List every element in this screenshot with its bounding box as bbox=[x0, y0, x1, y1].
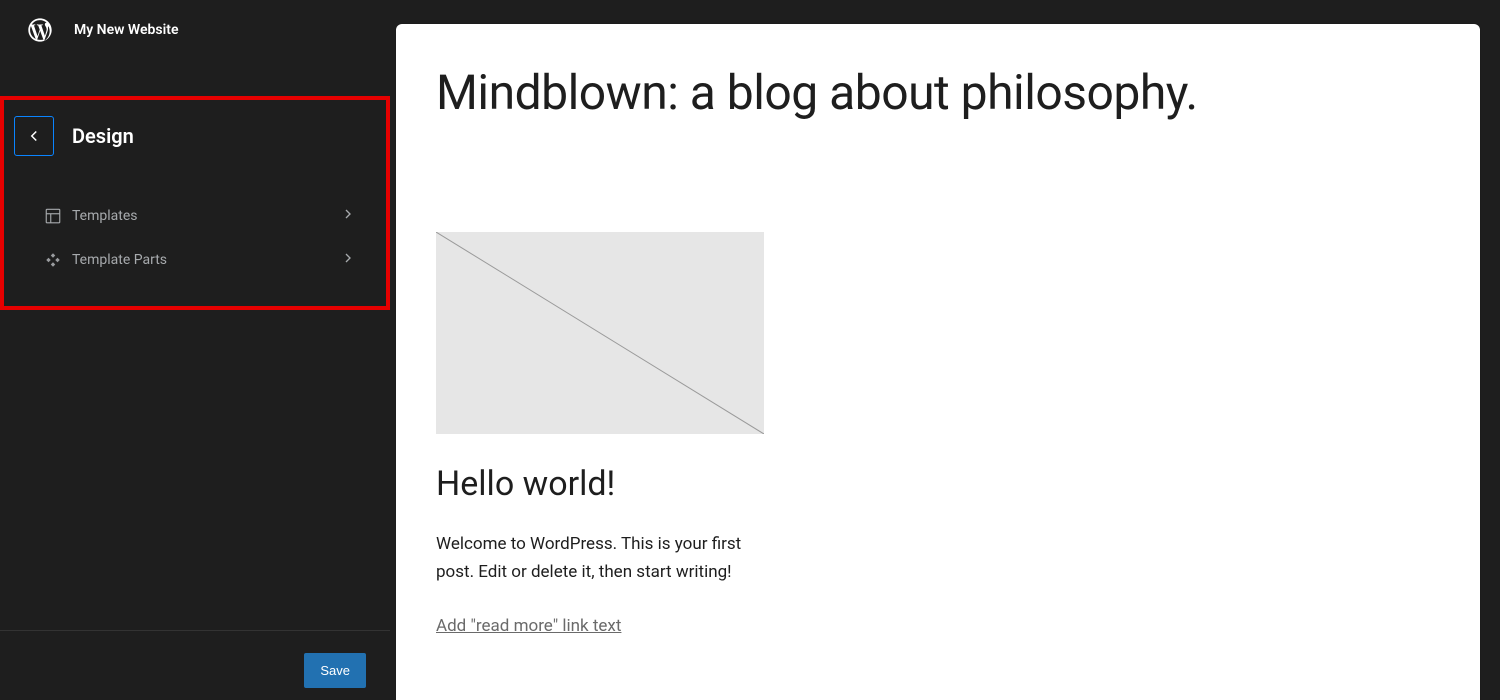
chevron-right-icon bbox=[340, 206, 356, 226]
panel-heading-row: Design bbox=[4, 108, 386, 164]
sidebar-footer: Save bbox=[0, 630, 390, 688]
back-button[interactable] bbox=[14, 116, 54, 156]
featured-image-placeholder[interactable] bbox=[436, 232, 764, 434]
read-more-link-placeholder[interactable]: Add "read more" link text bbox=[436, 616, 621, 636]
wordpress-logo-icon[interactable] bbox=[24, 14, 56, 46]
post-title[interactable]: Hello world! bbox=[436, 464, 766, 504]
placeholder-diagonal-icon bbox=[436, 232, 764, 434]
panel-title: Design bbox=[72, 124, 134, 148]
layout-icon bbox=[44, 207, 62, 225]
template-parts-icon bbox=[44, 251, 62, 269]
canvas-inner: Mindblown: a blog about philosophy. Hell… bbox=[396, 24, 1480, 676]
nav-item-template-parts[interactable]: Template Parts bbox=[28, 238, 366, 282]
nav-item-label: Template Parts bbox=[72, 252, 167, 268]
tutorial-highlight-box: Design Templates Template Parts bbox=[0, 96, 390, 310]
chevron-left-icon bbox=[25, 127, 43, 145]
nav-item-templates[interactable]: Templates bbox=[28, 194, 366, 238]
sidebar-header: My New Website bbox=[0, 0, 390, 60]
post-block: Hello world! Welcome to WordPress. This … bbox=[436, 232, 766, 636]
site-editor-sidebar: My New Website Design Templates bbox=[0, 0, 390, 700]
site-preview-canvas[interactable]: Mindblown: a blog about philosophy. Hell… bbox=[396, 24, 1480, 700]
save-button[interactable]: Save bbox=[304, 653, 366, 688]
post-excerpt[interactable]: Welcome to WordPress. This is your first… bbox=[436, 530, 766, 586]
blog-tagline[interactable]: Mindblown: a blog about philosophy. bbox=[436, 64, 1440, 122]
preview-canvas-wrap: Mindblown: a blog about philosophy. Hell… bbox=[390, 0, 1500, 700]
design-nav-list: Templates Template Parts bbox=[4, 194, 386, 282]
site-title[interactable]: My New Website bbox=[74, 22, 179, 38]
nav-item-label: Templates bbox=[72, 208, 138, 224]
chevron-right-icon bbox=[340, 250, 356, 270]
